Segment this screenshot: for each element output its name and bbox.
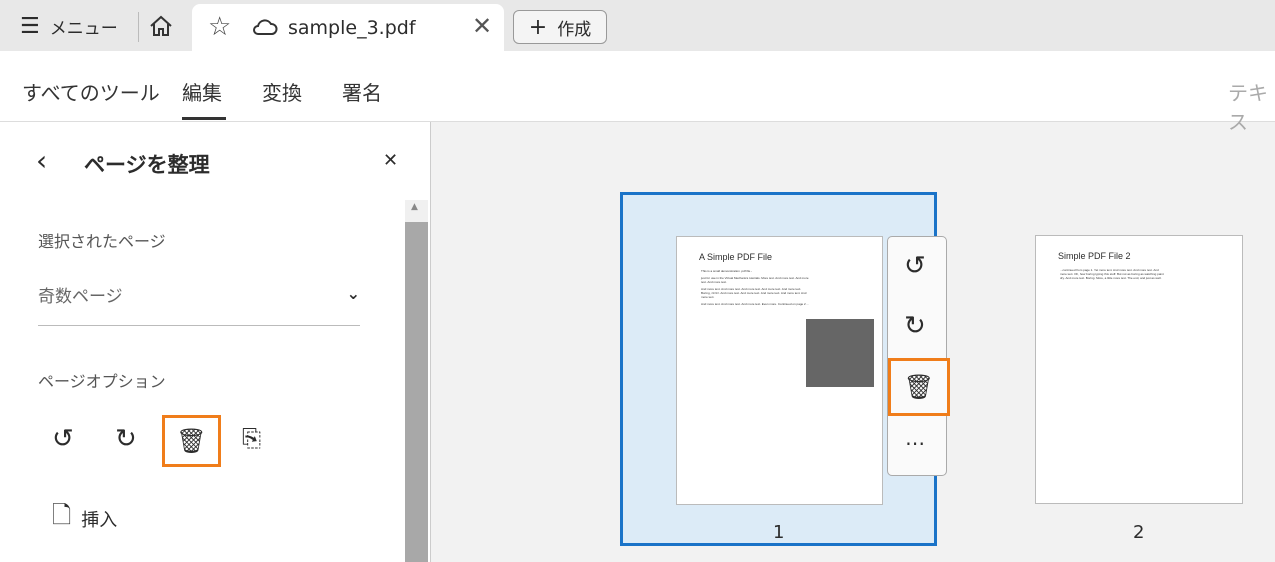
divider — [138, 12, 139, 42]
panel-title: ページを整理 — [84, 153, 210, 177]
tab-sign[interactable]: 署名 — [342, 77, 382, 106]
active-tab-indicator — [182, 117, 226, 120]
insert-button[interactable]: 🗋 挿入 — [52, 498, 117, 539]
tab-all-tools[interactable]: すべてのツール — [22, 77, 160, 106]
page-thumbnail-1[interactable]: A Simple PDF File This is a small demons… — [676, 236, 883, 505]
trash-icon: 🗑 — [903, 373, 935, 401]
dropdown-value: 奇数ページ — [38, 287, 123, 307]
rotate-left-icon[interactable]: ↺ — [52, 424, 74, 454]
star-icon[interactable]: ☆ — [208, 12, 231, 42]
page-thumbnail-2[interactable]: Simple PDF File 2 ...continued from page… — [1035, 235, 1243, 504]
organize-pages-panel: ‹ ページを整理 ✕ 選択されたページ 奇数ページ ⌄ ページオプション ↺ ↻… — [0, 122, 431, 562]
toolbar: すべてのツール 編集 変換 署名 テキス — [0, 51, 1275, 134]
page-number: 2 — [1133, 522, 1145, 543]
close-tab-icon[interactable]: ✕ — [472, 12, 492, 40]
rotate-right-icon[interactable]: ↻ — [115, 424, 137, 454]
menu-button[interactable]: ☰ メニュー — [20, 14, 118, 39]
tab-edit[interactable]: 編集 — [182, 77, 222, 106]
close-panel-icon[interactable]: ✕ — [383, 150, 398, 171]
home-icon[interactable] — [148, 14, 174, 38]
page-selection-dropdown[interactable]: 奇数ページ ⌄ — [38, 282, 360, 326]
page-body: This is a small demonstration .pdf file … — [701, 269, 811, 306]
tab-bar: ☰ メニュー ☆ sample_3.pdf ✕ + 作成 — [0, 0, 1275, 51]
page-text: And more text. And more text. And more t… — [701, 287, 807, 299]
search-input[interactable]: テキス — [1228, 77, 1275, 135]
trash-icon: 🗑 — [176, 427, 207, 455]
rotate-right-icon[interactable]: ↻ — [904, 311, 926, 341]
page-actions-toolbar: ↺ ↻ 🗑 ⋯ — [887, 236, 950, 476]
page-number: 1 — [773, 522, 785, 543]
insert-label: 挿入 — [81, 509, 118, 531]
hamburger-icon: ☰ — [20, 14, 40, 39]
more-options-icon[interactable]: ⋯ — [905, 431, 925, 455]
create-label: 作成 — [557, 19, 592, 40]
page-image — [806, 319, 874, 387]
insert-page-icon: 🗋 — [52, 501, 72, 529]
extract-page-icon[interactable]: ⎘ — [242, 424, 261, 452]
page-text: just for use in the Virtual Mechanics tu… — [701, 276, 809, 284]
delete-page-button[interactable]: 🗑 — [888, 358, 950, 416]
rotate-left-icon[interactable]: ↺ — [904, 251, 926, 281]
page-text: This is a small demonstration .pdf file … — [701, 269, 753, 273]
scroll-up-icon[interactable]: ▲ — [411, 202, 418, 212]
page-text: ...continued from page 1. Yet more text.… — [1060, 268, 1164, 280]
delete-page-button[interactable]: 🗑 — [162, 415, 221, 467]
scrollbar[interactable]: ▲ — [405, 200, 428, 562]
menu-label: メニュー — [49, 19, 118, 39]
page-title-text: A Simple PDF File — [699, 252, 773, 262]
tab-convert[interactable]: 変換 — [262, 77, 302, 106]
create-button[interactable]: + 作成 — [513, 10, 607, 44]
page-options-label: ページオプション — [38, 372, 166, 391]
cloud-icon — [253, 19, 278, 35]
document-tab[interactable]: ☆ sample_3.pdf ✕ — [192, 4, 504, 51]
selected-pages-label: 選択されたページ — [38, 232, 166, 251]
scrollbar-thumb[interactable] — [405, 222, 428, 562]
plus-icon: + — [528, 14, 548, 40]
page-text: And more text. And more text. And more t… — [701, 302, 810, 306]
back-icon[interactable]: ‹ — [36, 144, 47, 177]
tab-title: sample_3.pdf — [288, 17, 416, 39]
chevron-down-icon: ⌄ — [346, 284, 360, 303]
page-title-text: Simple PDF File 2 — [1058, 251, 1131, 261]
